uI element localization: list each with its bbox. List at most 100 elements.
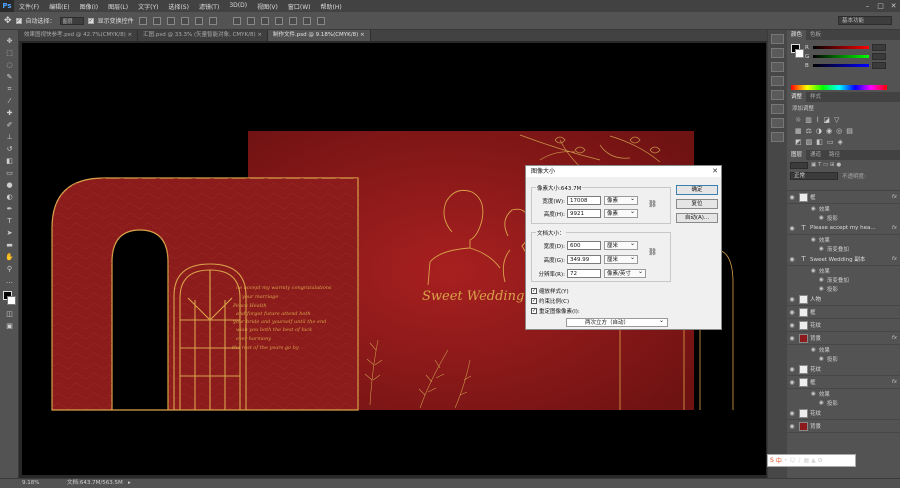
layer-row[interactable]: ◉ 人物: [787, 293, 900, 306]
scale-styles-checkbox[interactable]: ✓ 缩放样式(Y): [531, 287, 569, 295]
effects-row[interactable]: ◉ 效果: [787, 204, 900, 213]
selective-color-icon[interactable]: ◈: [838, 138, 843, 146]
doc-height-unit-select[interactable]: 厘米: [604, 254, 638, 264]
pixel-width-unit-select[interactable]: 像素: [604, 195, 638, 205]
fx-badge[interactable]: fx: [892, 379, 897, 385]
hue-icon[interactable]: ▦: [795, 127, 802, 135]
effect-eye-icon[interactable]: ◉: [811, 391, 816, 397]
layer-row[interactable]: ◉ T Please accept my hea... fx: [787, 222, 900, 235]
levels-icon[interactable]: ▥: [805, 116, 812, 124]
visibility-eye-icon[interactable]: ◉: [787, 225, 797, 232]
close-icon[interactable]: ✕: [712, 166, 718, 177]
ime-keyboard-icon[interactable]: ▦: [803, 457, 809, 464]
layer-row[interactable]: ◉ 背景: [787, 420, 900, 433]
effect-eye-icon[interactable]: ◉: [819, 356, 824, 362]
red-slider[interactable]: R: [805, 43, 900, 52]
checkbox-icon[interactable]: ✓: [531, 298, 537, 304]
zoom-level[interactable]: 9.18%: [22, 479, 39, 488]
posterize-icon[interactable]: ▨: [806, 138, 813, 146]
effect-item[interactable]: ◉ 投影: [787, 213, 900, 222]
color-spectrum[interactable]: [791, 85, 887, 90]
properties-panel-icon[interactable]: [771, 62, 784, 72]
effects-row[interactable]: ◉ 效果: [787, 345, 900, 354]
pixel-width-input[interactable]: 17008: [567, 196, 601, 205]
fx-badge[interactable]: fx: [892, 225, 897, 231]
layer-row[interactable]: ◉ 花纹: [787, 407, 900, 420]
navigator-panel-icon[interactable]: [771, 132, 784, 142]
effect-item[interactable]: ◉ 投影: [787, 398, 900, 407]
effect-eye-icon[interactable]: ◉: [819, 215, 824, 221]
visibility-eye-icon[interactable]: ◉: [787, 194, 797, 201]
tab-channels[interactable]: 通道: [806, 150, 825, 160]
gradient-map-icon[interactable]: ▭: [827, 138, 834, 146]
brush-panel-icon[interactable]: [771, 104, 784, 114]
effect-eye-icon[interactable]: ◉: [819, 246, 824, 252]
tab-paths[interactable]: 路径: [825, 150, 844, 160]
layer-row[interactable]: ◉ 框 fx: [787, 191, 900, 204]
paragraph-panel-icon[interactable]: [771, 90, 784, 100]
ime-punct-icon[interactable]: •: [784, 457, 788, 464]
reset-button[interactable]: 复位: [676, 199, 718, 209]
resample-checkbox[interactable]: ✓ 重定图像像素(I):: [531, 307, 580, 315]
ime-mic-icon[interactable]: ♪: [798, 457, 802, 464]
blue-slider[interactable]: B: [805, 61, 900, 70]
tab-adjustments[interactable]: 调整: [787, 92, 807, 102]
ok-button[interactable]: 确定: [676, 185, 718, 195]
ime-language[interactable]: 中: [776, 456, 782, 465]
effect-item[interactable]: ◉ 渐变叠加: [787, 244, 900, 253]
tab-styles[interactable]: 样式: [806, 92, 825, 102]
resample-method-select[interactable]: 两次立方（自动）: [566, 317, 668, 327]
doc-width-unit-select[interactable]: 厘米: [604, 240, 638, 250]
layer-row[interactable]: ◉ 框: [787, 306, 900, 319]
history-panel-icon[interactable]: [771, 34, 784, 44]
resolution-unit-select[interactable]: 像素/英寸: [604, 268, 646, 278]
constrain-proportions-checkbox[interactable]: ✓ 约束比例(C): [531, 297, 569, 305]
lookup-icon[interactable]: ▤: [846, 127, 853, 135]
ime-emoji-icon[interactable]: ☺: [789, 457, 795, 464]
pixel-height-unit-select[interactable]: 像素: [604, 208, 638, 218]
blue-value[interactable]: [872, 62, 886, 69]
effect-eye-icon[interactable]: ◉: [811, 237, 816, 243]
visibility-eye-icon[interactable]: ◉: [787, 366, 797, 373]
fx-badge[interactable]: fx: [892, 256, 897, 262]
exposure-icon[interactable]: ◪: [823, 116, 830, 124]
effect-eye-icon[interactable]: ◉: [811, 347, 816, 353]
effect-item[interactable]: ◉ 渐变叠加: [787, 275, 900, 284]
info-panel-icon[interactable]: [771, 118, 784, 128]
layer-row[interactable]: ◉ 花纹: [787, 363, 900, 376]
ime-settings-icon[interactable]: ✿: [818, 457, 823, 464]
filter-icons[interactable]: ▣ T ▭ ⊞ ●: [811, 162, 841, 168]
resolution-input[interactable]: 72: [567, 269, 601, 278]
ime-skin-icon[interactable]: ▲: [811, 457, 816, 464]
visibility-eye-icon[interactable]: ◉: [787, 423, 797, 430]
doc-chain-link-icon[interactable]: ⛓: [648, 248, 657, 256]
tab-swatches[interactable]: 色板: [806, 30, 825, 40]
visibility-eye-icon[interactable]: ◉: [787, 322, 797, 329]
status-arrow-icon[interactable]: ▸: [128, 479, 131, 488]
pixel-chain-link-icon[interactable]: ⛓: [648, 200, 657, 208]
auto-button[interactable]: 自动(A)...: [676, 213, 718, 223]
visibility-eye-icon[interactable]: ◉: [787, 410, 797, 417]
mixer-icon[interactable]: ◎: [836, 127, 842, 135]
bg-color-chip[interactable]: [795, 49, 804, 58]
bw-icon[interactable]: ◑: [816, 127, 822, 135]
character-panel-icon[interactable]: [771, 76, 784, 86]
balance-icon[interactable]: ⚖: [806, 127, 812, 135]
effects-row[interactable]: ◉ 效果: [787, 389, 900, 398]
brightness-icon[interactable]: ☼: [795, 116, 801, 124]
tab-color[interactable]: 颜色: [787, 30, 807, 40]
invert-icon[interactable]: ◩: [795, 138, 802, 146]
ime-logo-icon[interactable]: S: [770, 457, 774, 464]
effect-item[interactable]: ◉ 投影: [787, 354, 900, 363]
fx-badge[interactable]: fx: [892, 335, 897, 341]
green-slider[interactable]: G: [805, 52, 900, 61]
visibility-eye-icon[interactable]: ◉: [787, 296, 797, 303]
doc-width-input[interactable]: 600: [567, 241, 601, 250]
blend-mode-select[interactable]: 正常: [790, 171, 838, 180]
curves-icon[interactable]: ⌇: [816, 116, 819, 124]
effect-item[interactable]: ◉ 投影: [787, 284, 900, 293]
layer-row[interactable]: ◉ 背景 fx: [787, 332, 900, 345]
filter-kind-icon[interactable]: [790, 161, 808, 169]
layer-row[interactable]: ◉ 框 fx: [787, 376, 900, 389]
checkbox-icon[interactable]: ✓: [531, 308, 537, 314]
